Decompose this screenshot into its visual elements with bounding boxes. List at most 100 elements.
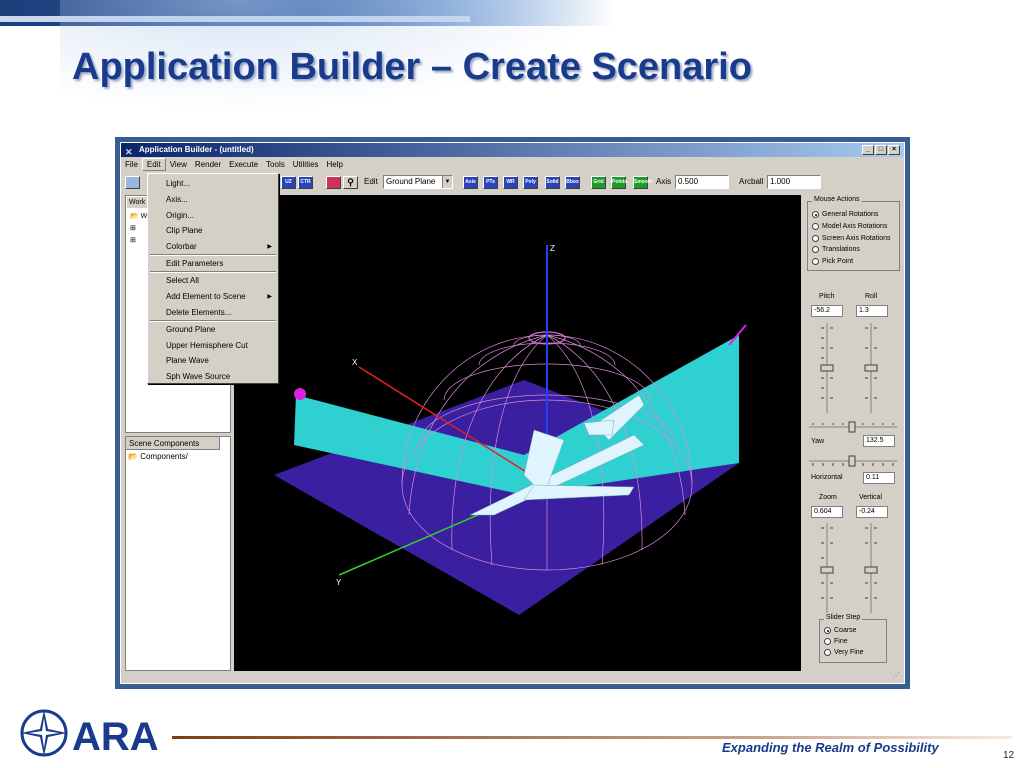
- resize-grip-icon[interactable]: ⋰: [892, 671, 902, 681]
- radio-label: Very Fine: [834, 649, 864, 656]
- menu-tools[interactable]: Tools: [262, 158, 289, 171]
- 3d-viewport[interactable]: Z X Y: [234, 195, 801, 671]
- menu-item-light[interactable]: Light...: [166, 179, 190, 188]
- menu-separator: [150, 320, 276, 322]
- folder-icon: 📂: [130, 213, 139, 220]
- radio-button-icon: [812, 235, 819, 242]
- roll-value[interactable]: 1.3: [856, 305, 888, 317]
- toolbar-button-poly[interactable]: Poly: [523, 176, 538, 189]
- pitch-value[interactable]: -56.2: [811, 305, 843, 317]
- axis-input[interactable]: 0.500: [675, 175, 729, 189]
- scene-components-pane[interactable]: Scene Components 📂 Components/: [125, 436, 231, 671]
- menu-item-sph-wave-source[interactable]: Sph Wave Source: [166, 372, 230, 381]
- menu-item-colorbar[interactable]: Colorbar: [166, 242, 197, 251]
- window-titlebar[interactable]: ✕ Application Builder - (untitled) _ □ ×: [121, 143, 904, 157]
- sph-wave-source-point[interactable]: [294, 388, 306, 400]
- horizontal-label: Horizontal: [811, 474, 843, 481]
- toolbar-button-ctr[interactable]: CTR: [298, 176, 313, 189]
- menu-render[interactable]: Render: [191, 158, 225, 171]
- screenshot-frame: ✕ Application Builder - (untitled) _ □ ×…: [115, 137, 910, 689]
- menu-utilities[interactable]: Utilities: [289, 158, 323, 171]
- slide-title: Application Builder – Create Scenario: [72, 46, 752, 88]
- tree-expander-1[interactable]: ⊞: [130, 224, 136, 232]
- radio-coarse[interactable]: Coarse: [824, 627, 857, 634]
- pitch-slider[interactable]: [818, 323, 836, 413]
- toolbar-button-points[interactable]: Points: [611, 176, 627, 189]
- menu-item-axis[interactable]: Axis...: [166, 195, 188, 204]
- vertical-slider[interactable]: [862, 523, 880, 613]
- radio-model-axis-rotations[interactable]: Model Axis Rotations: [812, 223, 887, 230]
- radio-label: Coarse: [834, 627, 857, 634]
- toolbar-button-uz[interactable]: UZ: [281, 176, 296, 189]
- footer-line: [172, 736, 1012, 739]
- roll-label: Roll: [865, 293, 878, 300]
- menubar: File Edit View Render Execute Tools Util…: [121, 158, 904, 171]
- folder-icon: 📂: [128, 452, 138, 461]
- horizontal-slider[interactable]: [809, 455, 897, 467]
- menu-item-upper-hemisphere-cut[interactable]: Upper Hemisphere Cut: [166, 341, 248, 350]
- pick-help-icon[interactable]: ⚲: [343, 176, 358, 189]
- toolbar-button-grid[interactable]: Grid: [591, 176, 606, 189]
- menu-item-delete-elements[interactable]: Delete Elements...: [166, 308, 231, 317]
- menu-edit[interactable]: Edit: [141, 158, 166, 171]
- yaw-value[interactable]: 132.5: [863, 435, 895, 447]
- radio-label: Model Axis Rotations: [822, 223, 888, 230]
- vertical-value[interactable]: -0.24: [856, 506, 888, 518]
- radio-label: Fine: [834, 638, 848, 645]
- tagline: Expanding the Realm of Possibility: [722, 740, 939, 755]
- menu-item-add-element[interactable]: Add Element to Scene: [166, 292, 246, 301]
- menu-item-select-all[interactable]: Select All: [166, 276, 199, 285]
- control-panel: Mouse Actions General Rotations Model Ax…: [805, 195, 902, 671]
- radio-general-rotations[interactable]: General Rotations: [812, 211, 878, 218]
- radio-button-icon: [812, 258, 819, 265]
- tree-expander-2[interactable]: ⊞: [130, 236, 136, 244]
- window-title: Application Builder - (untitled): [139, 145, 254, 154]
- radio-button-icon: [824, 627, 831, 634]
- menu-item-clip-plane[interactable]: Clip Plane: [166, 226, 202, 235]
- chevron-down-icon: ▼: [442, 176, 452, 188]
- y-axis-label: Y: [336, 578, 342, 587]
- zoom-slider[interactable]: [818, 523, 836, 613]
- toolbar-button-solid[interactable]: Solid: [545, 176, 560, 189]
- menu-item-plane-wave[interactable]: Plane Wave: [166, 356, 209, 365]
- radio-very-fine[interactable]: Very Fine: [824, 649, 864, 656]
- menu-view[interactable]: View: [166, 158, 191, 171]
- close-button[interactable]: ×: [888, 145, 900, 155]
- radio-screen-axis-rotations[interactable]: Screen Axis Rotations: [812, 235, 890, 242]
- toolbar-button-smooth[interactable]: Smooth: [633, 176, 653, 189]
- menu-file[interactable]: File: [121, 158, 142, 171]
- maximize-button[interactable]: □: [875, 145, 887, 155]
- minimize-button[interactable]: _: [862, 145, 874, 155]
- edit-label: Edit: [364, 177, 378, 186]
- edit-select[interactable]: Ground Plane ▼: [383, 175, 453, 189]
- menu-item-edit-parameters[interactable]: Edit Parameters: [166, 259, 223, 268]
- toolbar-button-axis[interactable]: Axis: [463, 176, 478, 189]
- menu-item-origin[interactable]: Origin...: [166, 211, 194, 220]
- radio-translations[interactable]: Translations: [812, 246, 860, 253]
- zoom-value[interactable]: 0.604: [811, 506, 843, 518]
- pitch-label: Pitch: [819, 293, 835, 300]
- mouse-actions-group: Mouse Actions General Rotations Model Ax…: [807, 196, 900, 271]
- menu-separator: [150, 254, 276, 256]
- roll-slider[interactable]: [862, 323, 880, 413]
- radio-fine[interactable]: Fine: [824, 638, 848, 645]
- arcball-input[interactable]: 1.000: [767, 175, 821, 189]
- color-icon[interactable]: [326, 176, 341, 189]
- scene-components-header: Scene Components: [126, 437, 220, 450]
- toolbar-button-bbox[interactable]: Bbox: [565, 176, 580, 189]
- ara-logo: ARA: [20, 709, 159, 759]
- menu-help[interactable]: Help: [323, 158, 347, 171]
- radio-label: General Rotations: [822, 211, 879, 218]
- radio-pick-point[interactable]: Pick Point: [812, 258, 853, 265]
- open-icon[interactable]: [125, 176, 140, 189]
- menu-item-ground-plane[interactable]: Ground Plane: [166, 325, 215, 334]
- toolbar-button-wr[interactable]: WR: [503, 176, 518, 189]
- toolbar-button-pts[interactable]: PTs: [483, 176, 498, 189]
- yaw-slider[interactable]: [809, 421, 897, 433]
- horizontal-value[interactable]: 0.11: [863, 472, 895, 484]
- axis-label: Axis: [656, 177, 672, 186]
- scene-component-row[interactable]: 📂 Components/: [126, 450, 230, 463]
- menu-execute[interactable]: Execute: [225, 158, 262, 171]
- yaw-label: Yaw: [811, 438, 825, 445]
- radio-button-icon: [812, 223, 819, 230]
